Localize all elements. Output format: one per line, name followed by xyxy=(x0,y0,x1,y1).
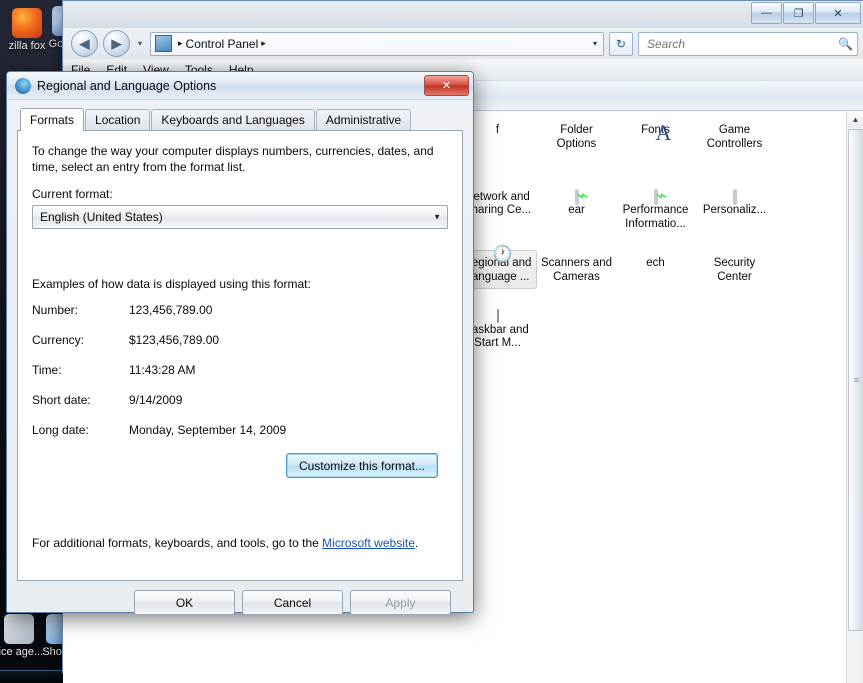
control-panel-item-label: Personaliz... xyxy=(702,204,767,216)
scrollbar-thumb[interactable]: ≡ xyxy=(848,129,863,631)
recent-pages-dropdown[interactable]: ▾ xyxy=(135,39,145,48)
search-icon: 🔍 xyxy=(838,36,853,51)
additional-formats-note: For additional formats, keyboards, and t… xyxy=(32,536,418,550)
taskbar-start-icon xyxy=(496,309,499,323)
tab-administrative[interactable]: Administrative xyxy=(315,109,412,130)
dialog-button-row: OK Cancel Apply xyxy=(17,581,463,615)
search-input[interactable] xyxy=(645,35,839,52)
refresh-button[interactable]: ↻ xyxy=(609,31,633,56)
current-format-select[interactable]: English (United States) ▼ xyxy=(32,205,448,229)
control-panel-item-speech[interactable]: ech xyxy=(616,250,695,289)
regional-language-icon xyxy=(15,77,31,94)
back-button[interactable]: ◀ xyxy=(71,30,98,57)
example-row-long-date: Long date: Monday, September 14, 2009 xyxy=(32,423,448,437)
example-value: 123,456,789.00 xyxy=(129,303,213,317)
screen: zilla fox Go Exp rice age... Sho ms — ❐ … xyxy=(0,0,863,683)
search-box[interactable]: 🔍 xyxy=(638,31,858,56)
intro-text: To change the way your computer displays… xyxy=(32,144,434,174)
tab-location[interactable]: Location xyxy=(85,109,151,130)
dialog-body: Formats Location Keyboards and Languages… xyxy=(7,100,473,615)
breadcrumb-item-control-panel[interactable]: Control Panel xyxy=(186,37,259,51)
example-value: 9/14/2009 xyxy=(129,393,183,407)
example-row-short-date: Short date: 9/14/2009 xyxy=(32,393,448,407)
footer-suffix: . xyxy=(414,536,419,550)
dialog-title: Regional and Language Options xyxy=(37,78,217,93)
control-panel-item-label: Scanners and Cameras xyxy=(541,257,612,283)
example-label: Short date: xyxy=(32,393,91,407)
vertical-scrollbar[interactable]: ▲ ≡ xyxy=(846,111,863,683)
window-controls: — ❐ ✕ xyxy=(751,2,861,24)
control-panel-item-performance-info[interactable]: Performance Informatio... xyxy=(616,184,695,237)
example-row-number: Number: 123,456,789.00 xyxy=(32,303,448,317)
example-value: 11:43:28 AM xyxy=(129,363,196,377)
forward-button[interactable]: ▶ xyxy=(103,30,130,57)
control-panel-icon xyxy=(155,35,172,52)
minimize-button[interactable]: — xyxy=(751,2,782,24)
control-panel-item-label: Game Controllers xyxy=(706,124,763,150)
current-format-label: Current format: xyxy=(32,187,113,201)
example-row-currency: Currency: $123,456,789.00 xyxy=(32,333,448,347)
regional-language-options-dialog: Regional and Language Options ✕ Formats … xyxy=(6,71,474,615)
control-panel-item-label: Security Center xyxy=(713,257,756,283)
window-titlebar[interactable]: — ❐ ✕ xyxy=(63,1,863,28)
examples-heading: Examples of how data is displayed using … xyxy=(32,277,311,291)
example-label: Number: xyxy=(32,303,79,317)
breadcrumb-separator-leading: ▸ xyxy=(178,38,183,48)
ok-button[interactable]: OK xyxy=(134,590,235,615)
chevron-down-icon[interactable]: ▾ xyxy=(593,39,599,48)
example-value: $123,456,789.00 xyxy=(129,333,220,347)
address-bar: ◀ ▶ ▾ ▸ Control Panel ▸ ▾ ↻ 🔍 xyxy=(63,28,863,59)
cancel-button[interactable]: Cancel xyxy=(242,590,343,615)
formats-tab-panel: To change the way your computer displays… xyxy=(17,130,463,581)
example-label: Time: xyxy=(32,363,62,377)
scroll-up-button[interactable]: ▲ xyxy=(847,111,863,128)
chevron-down-icon: ▼ xyxy=(433,212,441,222)
control-panel-item-folder-options[interactable]: Folder Options xyxy=(537,117,616,170)
control-panel-item-parental-controls[interactable]: ear xyxy=(537,184,616,237)
close-button[interactable]: ✕ xyxy=(815,2,861,24)
example-label: Currency: xyxy=(32,333,85,347)
apply-button: Apply xyxy=(350,590,451,615)
control-panel-item-game-controllers[interactable]: Game Controllers xyxy=(695,117,774,170)
customize-this-format-button[interactable]: Customize this format... xyxy=(285,453,438,478)
control-panel-item-label: ech xyxy=(646,257,665,269)
control-panel-item-scanners-cameras[interactable]: Scanners and Cameras xyxy=(537,250,616,289)
current-format-value: English (United States) xyxy=(40,210,163,224)
parental-controls-icon xyxy=(574,188,579,205)
restore-button[interactable]: ❐ xyxy=(783,2,814,24)
breadcrumb-separator-trailing[interactable]: ▸ xyxy=(258,38,269,49)
personalization-icon xyxy=(732,188,737,205)
tab-keyboards-and-languages[interactable]: Keyboards and Languages xyxy=(151,109,315,130)
control-panel-item-security-center[interactable]: Security Center xyxy=(695,250,774,289)
example-row-time: Time: 11:43:28 AM xyxy=(32,363,448,377)
customize-row: Customize this format... xyxy=(32,453,448,478)
breadcrumb[interactable]: ▸ Control Panel ▸ ▾ xyxy=(150,31,604,56)
footer-prefix: For additional formats, keyboards, and t… xyxy=(32,536,323,550)
example-value: Monday, September 14, 2009 xyxy=(129,423,287,437)
control-panel-item-label: Performance Informatio... xyxy=(622,204,689,230)
dialog-close-button[interactable]: ✕ xyxy=(424,75,469,96)
example-label: Long date: xyxy=(32,423,89,437)
control-panel-item-fonts[interactable]: Fonts xyxy=(616,117,695,170)
dialog-titlebar[interactable]: Regional and Language Options ✕ xyxy=(7,72,473,100)
microsoft-website-link[interactable]: Microsoft website xyxy=(322,536,415,550)
control-panel-item-personalization[interactable]: Personaliz... xyxy=(695,184,774,237)
control-panel-item-label: Folder Options xyxy=(556,124,597,150)
tab-formats[interactable]: Formats xyxy=(20,108,85,131)
performance-info-icon xyxy=(653,188,658,205)
dialog-tabstrip: Formats Location Keyboards and Languages… xyxy=(20,108,463,131)
